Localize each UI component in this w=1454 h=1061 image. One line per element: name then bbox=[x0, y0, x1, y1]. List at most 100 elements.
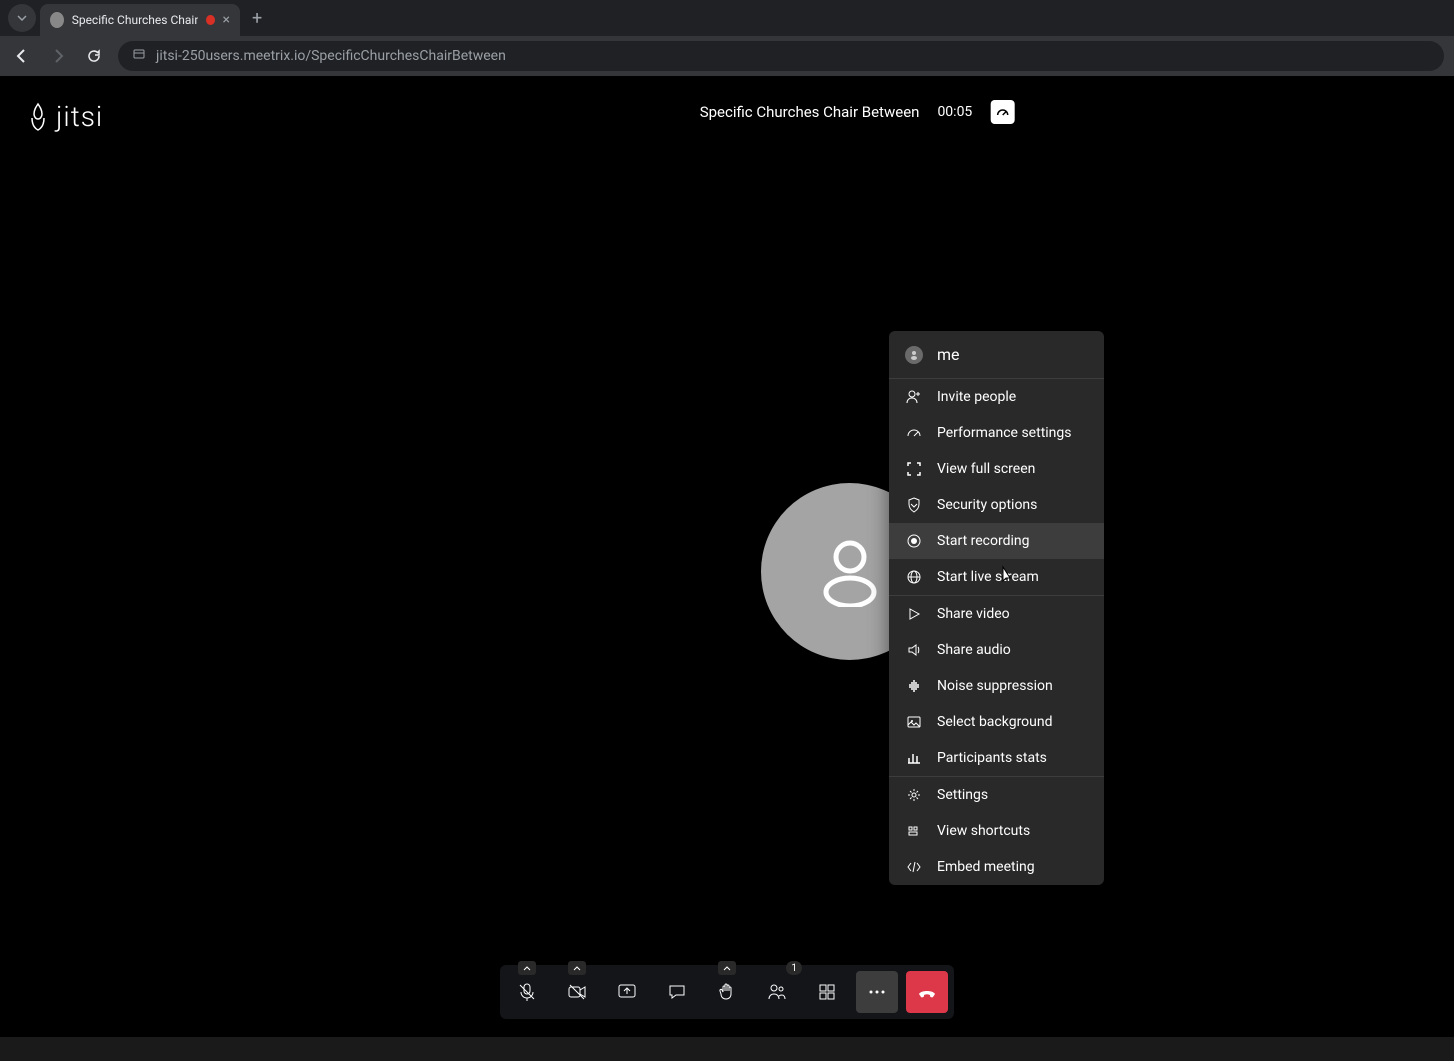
menu-performance-settings[interactable]: Performance settings bbox=[889, 415, 1104, 451]
camera-options-chevron[interactable] bbox=[568, 961, 586, 975]
share-screen-icon bbox=[617, 982, 637, 1002]
hand-icon bbox=[717, 982, 737, 1002]
chat-icon bbox=[667, 982, 687, 1002]
menu-item-label: Security options bbox=[937, 497, 1037, 513]
room-name: Specific Churches Chair Between bbox=[700, 103, 920, 121]
jitsi-logo-text: jitsi bbox=[56, 100, 103, 133]
share-screen-button[interactable] bbox=[606, 971, 648, 1013]
grid-icon bbox=[817, 982, 837, 1002]
menu-participants-stats[interactable]: Participants stats bbox=[889, 740, 1104, 776]
arrow-left-icon bbox=[14, 48, 30, 64]
chat-button[interactable] bbox=[656, 971, 698, 1013]
people-icon bbox=[767, 982, 787, 1002]
menu-item-label: Invite people bbox=[937, 389, 1016, 405]
code-icon bbox=[905, 858, 923, 876]
arrow-right-icon bbox=[50, 48, 66, 64]
reactions-chevron[interactable] bbox=[718, 961, 736, 975]
menu-item-label: Start live stream bbox=[937, 569, 1039, 585]
keyboard-icon bbox=[905, 822, 923, 840]
menu-user-label: me bbox=[937, 345, 960, 364]
menu-share-audio[interactable]: Share audio bbox=[889, 632, 1104, 668]
meeting-timer: 00:05 bbox=[937, 104, 972, 120]
fullscreen-icon bbox=[905, 460, 923, 478]
recording-indicator-icon bbox=[206, 15, 215, 25]
camera-off-icon bbox=[567, 982, 587, 1002]
menu-security-options[interactable]: Security options bbox=[889, 487, 1104, 523]
participants-count-badge: 1 bbox=[786, 961, 802, 975]
chevron-down-icon bbox=[17, 15, 27, 21]
menu-start-recording[interactable]: Start recording bbox=[889, 523, 1104, 559]
jitsi-logo[interactable]: jitsi bbox=[26, 100, 103, 133]
toggle-camera-button[interactable] bbox=[556, 971, 598, 1013]
bar-chart-icon bbox=[905, 749, 923, 767]
menu-embed-meeting[interactable]: Embed meeting bbox=[889, 849, 1104, 885]
new-tab-button[interactable]: + bbox=[240, 8, 274, 29]
site-info-icon[interactable] bbox=[132, 47, 146, 65]
performance-indicator-button[interactable] bbox=[990, 100, 1014, 124]
menu-settings[interactable]: Settings bbox=[889, 777, 1104, 813]
menu-share-video[interactable]: Share video bbox=[889, 596, 1104, 632]
meeting-area: jitsi Specific Churches Chair Between 00… bbox=[0, 76, 1454, 1061]
raise-hand-button[interactable] bbox=[706, 971, 748, 1013]
person-icon bbox=[820, 537, 880, 607]
gauge-icon bbox=[995, 105, 1009, 119]
more-actions-button[interactable] bbox=[856, 971, 898, 1013]
gear-icon bbox=[905, 786, 923, 804]
menu-item-label: View full screen bbox=[937, 461, 1035, 477]
tab-close-button[interactable]: × bbox=[223, 12, 230, 28]
jitsi-logo-icon bbox=[26, 102, 50, 132]
mic-options-chevron[interactable] bbox=[518, 961, 536, 975]
tab-bar: Specific Churches Chair Bet × + bbox=[0, 0, 1454, 36]
tile-view-button[interactable] bbox=[806, 971, 848, 1013]
meeting-toolbar: 1 bbox=[500, 965, 954, 1019]
url-text: jitsi-250users.meetrix.io/SpecificChurch… bbox=[156, 48, 506, 64]
tab-search-dropdown[interactable] bbox=[8, 4, 36, 32]
menu-view-fullscreen[interactable]: View full screen bbox=[889, 451, 1104, 487]
hangup-button[interactable] bbox=[906, 971, 948, 1013]
nav-reload-button[interactable] bbox=[82, 44, 106, 68]
globe-icon bbox=[905, 568, 923, 586]
bottom-chrome-bar bbox=[0, 1037, 1454, 1061]
url-bar[interactable]: jitsi-250users.meetrix.io/SpecificChurch… bbox=[118, 41, 1444, 71]
menu-user-header[interactable]: me bbox=[889, 331, 1104, 379]
participants-button[interactable]: 1 bbox=[756, 971, 798, 1013]
gauge-icon bbox=[905, 424, 923, 442]
invite-people-icon bbox=[905, 388, 923, 406]
nav-bar: jitsi-250users.meetrix.io/SpecificChurch… bbox=[0, 36, 1454, 76]
menu-noise-suppression[interactable]: Noise suppression bbox=[889, 668, 1104, 704]
menu-item-label: Embed meeting bbox=[937, 859, 1035, 875]
header-info: Specific Churches Chair Between 00:05 bbox=[700, 100, 1015, 124]
menu-item-label: Settings bbox=[937, 787, 988, 803]
soundwave-icon bbox=[905, 677, 923, 695]
tab-title: Specific Churches Chair Bet bbox=[72, 13, 198, 27]
menu-invite-people[interactable]: Invite people bbox=[889, 379, 1104, 415]
menu-item-label: Start recording bbox=[937, 533, 1030, 549]
browser-chrome: Specific Churches Chair Bet × + jitsi-25… bbox=[0, 0, 1454, 76]
play-icon bbox=[905, 605, 923, 623]
menu-item-label: Share audio bbox=[937, 642, 1011, 658]
hangup-icon bbox=[916, 981, 938, 1003]
image-icon bbox=[905, 713, 923, 731]
more-horizontal-icon bbox=[867, 982, 887, 1002]
menu-item-label: Performance settings bbox=[937, 425, 1072, 441]
nav-back-button[interactable] bbox=[10, 44, 34, 68]
menu-start-livestream[interactable]: Start live stream bbox=[889, 559, 1104, 595]
speaker-icon bbox=[905, 641, 923, 659]
toggle-mic-button[interactable] bbox=[506, 971, 548, 1013]
menu-item-label: Share video bbox=[937, 606, 1010, 622]
user-avatar-icon bbox=[905, 346, 923, 364]
shield-icon bbox=[905, 496, 923, 514]
menu-item-label: Noise suppression bbox=[937, 678, 1053, 694]
menu-item-label: Select background bbox=[937, 714, 1053, 730]
menu-select-background[interactable]: Select background bbox=[889, 704, 1104, 740]
record-icon bbox=[905, 532, 923, 550]
menu-item-label: Participants stats bbox=[937, 750, 1047, 766]
tab-favicon-icon bbox=[50, 12, 64, 28]
more-actions-menu: me Invite people Performance settings Vi… bbox=[889, 331, 1104, 885]
menu-view-shortcuts[interactable]: View shortcuts bbox=[889, 813, 1104, 849]
nav-forward-button[interactable] bbox=[46, 44, 70, 68]
menu-item-label: View shortcuts bbox=[937, 823, 1030, 839]
browser-tab[interactable]: Specific Churches Chair Bet × bbox=[40, 4, 240, 36]
reload-icon bbox=[86, 48, 102, 64]
mic-muted-icon bbox=[517, 982, 537, 1002]
